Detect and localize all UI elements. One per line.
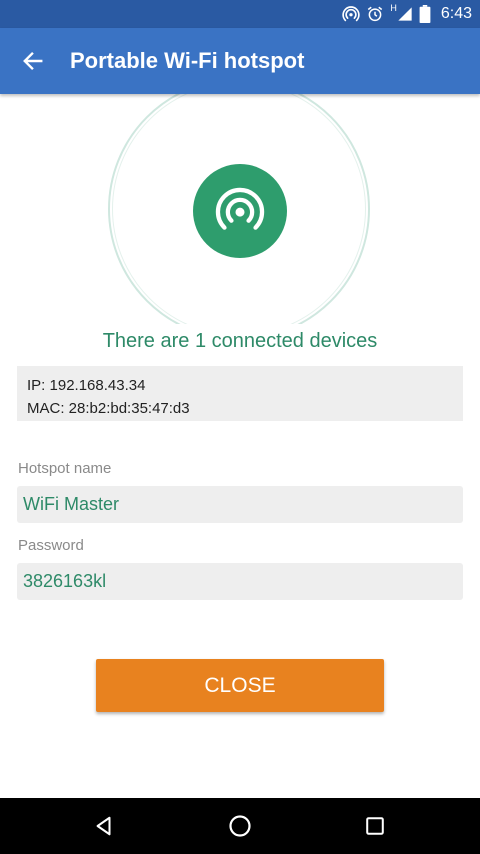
close-button[interactable]: CLOSE bbox=[96, 659, 384, 712]
page-title: Portable Wi-Fi hotspot bbox=[70, 48, 305, 73]
hotspot-hero bbox=[0, 94, 480, 324]
connected-devices-text: There are 1 connected devices bbox=[102, 330, 378, 352]
hotspot-status-icon bbox=[342, 6, 361, 22]
password-label: Password bbox=[18, 537, 84, 554]
nav-home-button[interactable] bbox=[220, 806, 260, 846]
network-type-label: H bbox=[390, 3, 397, 13]
back-triangle-icon bbox=[96, 816, 111, 836]
hotspot-name-label: Hotspot name bbox=[18, 460, 112, 477]
hotspot-badge bbox=[193, 164, 287, 258]
device-info-card: IP: 192.168.43.34 MAC: 28:b2:bd:35:47:d3 bbox=[17, 366, 463, 421]
nav-back-button[interactable] bbox=[84, 806, 124, 846]
nav-recents-button[interactable] bbox=[355, 806, 395, 846]
status-icons: H 6:43 bbox=[342, 0, 472, 28]
password-field[interactable]: 3826163kl bbox=[17, 563, 463, 600]
status-bar: H 6:43 bbox=[0, 0, 480, 28]
home-circle-icon bbox=[229, 815, 251, 837]
signal-icon bbox=[398, 7, 412, 21]
hotspot-icon bbox=[215, 187, 265, 230]
back-arrow-icon bbox=[23, 51, 43, 71]
recents-square-icon bbox=[366, 817, 384, 835]
status-time: 6:43 bbox=[440, 5, 472, 22]
back-button[interactable] bbox=[14, 42, 52, 80]
navigation-bar bbox=[0, 798, 480, 854]
device-ip: IP: 192.168.43.34 bbox=[27, 377, 146, 394]
battery-icon bbox=[419, 5, 431, 23]
hotspot-name-field[interactable]: WiFi Master bbox=[17, 486, 463, 523]
device-mac: MAC: 28:b2:bd:35:47:d3 bbox=[27, 400, 190, 417]
app-bar: Portable Wi-Fi hotspot bbox=[0, 28, 480, 94]
alarm-icon bbox=[368, 6, 383, 22]
